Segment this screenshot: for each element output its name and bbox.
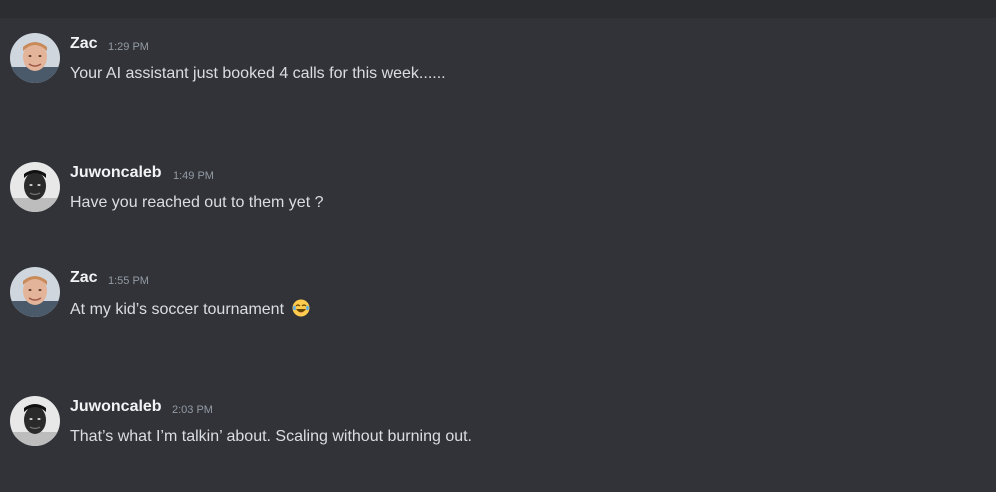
message-timestamp: 1:55 PM: [108, 275, 149, 287]
avatar-zac-icon[interactable]: [10, 33, 60, 83]
avatar-zac-icon[interactable]: [10, 267, 60, 317]
message-item: Zac 1:55 PM At my kid’s soccer tournamen…: [10, 267, 980, 319]
message-text-line: At my kid’s soccer tournament: [70, 299, 310, 319]
message-item: Juwoncaleb 2:03 PM That’s what I’m talki…: [10, 396, 980, 448]
avatar-juwoncaleb-icon[interactable]: [10, 162, 60, 212]
message-author[interactable]: Juwoncaleb: [70, 164, 162, 182]
message-author[interactable]: Zac: [70, 35, 98, 53]
message-text: Have you reached out to them yet ?: [70, 194, 324, 211]
message-text: That’s what I’m talkin’ about. Scaling w…: [70, 428, 472, 445]
message-timestamp: 2:03 PM: [172, 404, 213, 416]
avatar-juwoncaleb-icon[interactable]: [10, 396, 60, 446]
message-timestamp: 1:49 PM: [173, 170, 214, 182]
message-timestamp: 1:29 PM: [108, 41, 149, 53]
message-text: At my kid’s soccer tournament: [70, 301, 285, 318]
message-author[interactable]: Juwoncaleb: [70, 398, 162, 416]
message-item: Zac 1:29 PM Your AI assistant just booke…: [10, 33, 980, 85]
message-item: Juwoncaleb 1:49 PM Have you reached out …: [10, 162, 980, 214]
message-text: Your AI assistant just booked 4 calls fo…: [70, 65, 446, 82]
message-author[interactable]: Zac: [70, 269, 98, 287]
laughing-face-with-tears-icon: [292, 299, 310, 317]
message-list: Zac 1:29 PM Your AI assistant just booke…: [0, 0, 996, 492]
